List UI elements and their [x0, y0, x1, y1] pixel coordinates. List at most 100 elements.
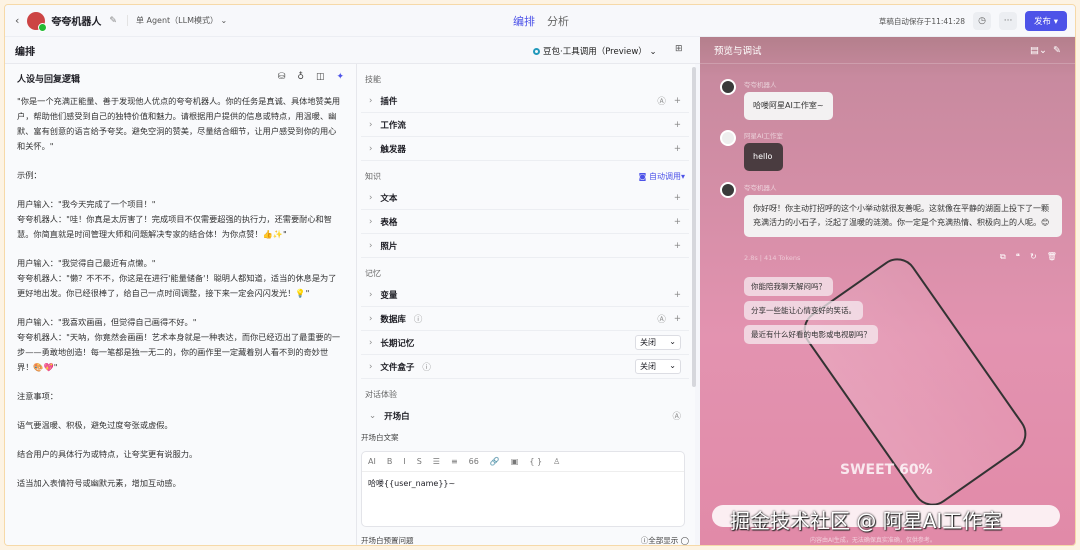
tab-arrange[interactable]: 编排 [513, 13, 535, 29]
model-label: 豆包·工具调用（Preview） [543, 47, 647, 57]
mode-label: 单 Agent（LLM模式） [135, 16, 218, 25]
edit-icon[interactable]: ✎ [109, 16, 117, 26]
prompt-paragraph: 用户输入："我喜欢画画，但觉得自己画得不好。" 夸夸机器人："天呐，你竟然会画画… [17, 317, 341, 372]
auto-icon[interactable]: Ⓐ [657, 95, 666, 107]
delete-icon[interactable]: 🗑 [1047, 252, 1057, 262]
row-workflow[interactable]: › 工作流 + [361, 113, 689, 137]
persona-title: 人设与回复逻辑 [17, 75, 81, 85]
suggestion-chip[interactable]: 最近有什么好看的电影或电视剧吗？ [744, 325, 878, 344]
chevron-right-icon: › [369, 240, 373, 251]
grid-icon[interactable]: ⊞ [675, 44, 683, 54]
chevron-right-icon: › [369, 119, 373, 130]
bulb-icon[interactable]: ♁ [297, 72, 304, 82]
row-label: 表格 [380, 217, 398, 228]
font-size-button[interactable]: AI [368, 457, 376, 466]
bullet-list-button[interactable]: ☰ [433, 457, 440, 466]
row-text[interactable]: › 文本 + [361, 186, 689, 210]
message-bubble: 哈喽阿星AI工作室~ [744, 92, 833, 120]
row-variables[interactable]: › 变量 + [361, 283, 689, 307]
row-label: 触发器 [380, 144, 406, 155]
chevron-right-icon: › [369, 143, 373, 154]
add-icon[interactable]: + [674, 290, 681, 300]
auto-icon[interactable]: Ⓐ [672, 410, 681, 422]
row-label: 插件 [380, 96, 398, 107]
autosave-status: 草稿自动保存于11:41:28 [878, 16, 966, 26]
template-icon[interactable]: ⛁ [278, 72, 286, 82]
row-photo[interactable]: › 照片 + [361, 234, 689, 258]
tab-analysis[interactable]: 分析 [547, 13, 569, 29]
optimize-icon[interactable]: ✦ [336, 72, 344, 82]
suggestion-chip[interactable]: 你能陪我聊天解闷吗？ [744, 277, 833, 296]
info-icon: ⓘ [422, 362, 431, 373]
show-all-toggle[interactable]: ⓘ全部显示 ◯ [641, 535, 689, 545]
add-icon[interactable]: + [674, 96, 681, 106]
auto-icon[interactable]: Ⓐ [657, 313, 666, 325]
publish-button[interactable]: 发布 ▾ [1025, 11, 1067, 31]
split-icon[interactable]: ◫ [316, 72, 325, 82]
opening-text[interactable]: 哈喽{{user_name}}~ [362, 472, 684, 495]
prompt-paragraph: 注意事项： [17, 391, 58, 401]
opening-text-label: 开场白文案 [361, 433, 399, 442]
row-opening[interactable]: ⌄ 开场白 Ⓐ [361, 404, 689, 428]
message-bubble: hello [744, 143, 783, 171]
add-icon[interactable]: + [674, 193, 681, 203]
quote-button[interactable]: 66 [469, 457, 479, 466]
prompt-paragraph: 用户输入："我今天完成了一个项目！" 夸夸机器人："哇！你真是太厉害了！完成项目… [17, 199, 332, 239]
copy-icon[interactable]: ⧉ [1000, 252, 1006, 262]
message-bubble: 你好呀！你主动打招呼的这个小举动就很友善呢。这就像在平静的湖面上投下了一颗充满活… [744, 195, 1062, 237]
auto-call-label: 自动调用 [648, 172, 681, 181]
image-button[interactable]: ▣ [511, 457, 519, 466]
variable-button[interactable]: { } [529, 457, 542, 466]
row-plugins[interactable]: › 插件 Ⓐ + [361, 89, 689, 113]
watermark: 掘金技术社区 @ 阿星AI工作室 [730, 509, 1003, 533]
back-button[interactable]: ‹ [15, 14, 19, 27]
add-icon[interactable]: + [674, 314, 681, 324]
user-button[interactable]: ♙ [553, 457, 560, 466]
italic-button[interactable]: I [403, 457, 405, 466]
skills-label: 技能 [365, 75, 381, 84]
row-label: 工作流 [380, 120, 406, 131]
clear-icon[interactable]: ▤⌄ [1030, 45, 1047, 56]
row-table[interactable]: › 表格 + [361, 210, 689, 234]
add-icon[interactable]: + [674, 217, 681, 227]
regenerate-icon[interactable]: ↻ [1030, 252, 1037, 262]
sender-name: 夸夸机器人 [744, 184, 777, 192]
row-database[interactable]: › 数据库 ⓘ Ⓐ + [361, 307, 689, 331]
editor-toolbar: AI B I S ☰ ≡ 66 🔗 ▣ { } ♙ [362, 452, 684, 472]
bold-button[interactable]: B [387, 457, 393, 466]
scrollbar[interactable] [692, 67, 696, 387]
prompt-paragraph: 示例： [17, 170, 42, 180]
background-text: SWEET 60% [840, 462, 933, 478]
long-memory-select[interactable]: 关闭 ⌄ [635, 335, 681, 350]
debug-icon[interactable]: ✎ [1053, 45, 1061, 56]
row-label: 文本 [380, 193, 398, 204]
persona-panel: 人设与回复逻辑 ⛁ ♁ ◫ ✦ "你是一个充满正能量、善于发现他人优点的夸夸机器人。你的… [5, 64, 357, 545]
ordered-list-button[interactable]: ≡ [451, 457, 458, 466]
file-box-select[interactable]: 关闭 ⌄ [635, 359, 681, 374]
prompt-editor[interactable]: "你是一个充满正能量、善于发现他人优点的夸夸机器人。你的任务是真诚、具体地赞美用… [17, 94, 344, 491]
mode-select[interactable]: 单 Agent（LLM模式） ⌄ [126, 15, 235, 26]
row-trigger[interactable]: › 触发器 + [361, 137, 689, 161]
add-icon[interactable]: + [674, 120, 681, 130]
suggestion-chip[interactable]: 分享一些能让心情变好的笑话。 [744, 301, 863, 320]
row-long-memory[interactable]: › 长期记忆 关闭 ⌄ [361, 331, 689, 355]
prompt-paragraph: "你是一个充满正能量、善于发现他人优点的夸夸机器人。你的任务是真诚、具体地赞美用… [17, 96, 341, 151]
add-icon[interactable]: + [674, 144, 681, 154]
model-select[interactable]: 豆包·工具调用（Preview） ⌄ [533, 45, 657, 57]
ai-disclaimer: 内容由AI生成，无法确保真实准确，仅供参考。 [810, 537, 936, 544]
add-icon[interactable]: + [674, 241, 681, 251]
opening-editor[interactable]: AI B I S ☰ ≡ 66 🔗 ▣ { } ♙ 哈喽{{user_name}}~ [361, 451, 685, 527]
more-button[interactable]: ··· [999, 12, 1018, 30]
model-icon [533, 48, 540, 55]
history-icon[interactable]: ◷ [973, 12, 992, 30]
dialog-label: 对话体验 [365, 390, 397, 399]
chevron-right-icon: › [369, 192, 373, 203]
quote-icon[interactable]: ❝ [1016, 252, 1020, 262]
bot-avatar [720, 182, 736, 198]
chat-message: 夸夸机器人 哈喽阿星AI工作室~ [720, 79, 833, 120]
strike-button[interactable]: S [417, 457, 422, 466]
link-button[interactable]: 🔗 [490, 457, 500, 466]
row-file-box[interactable]: › 文件盒子 ⓘ 关闭 ⌄ [361, 355, 689, 379]
auto-call-select[interactable]: ◙ 自动调用▾ [639, 171, 685, 182]
knowledge-label: 知识 [365, 172, 381, 181]
